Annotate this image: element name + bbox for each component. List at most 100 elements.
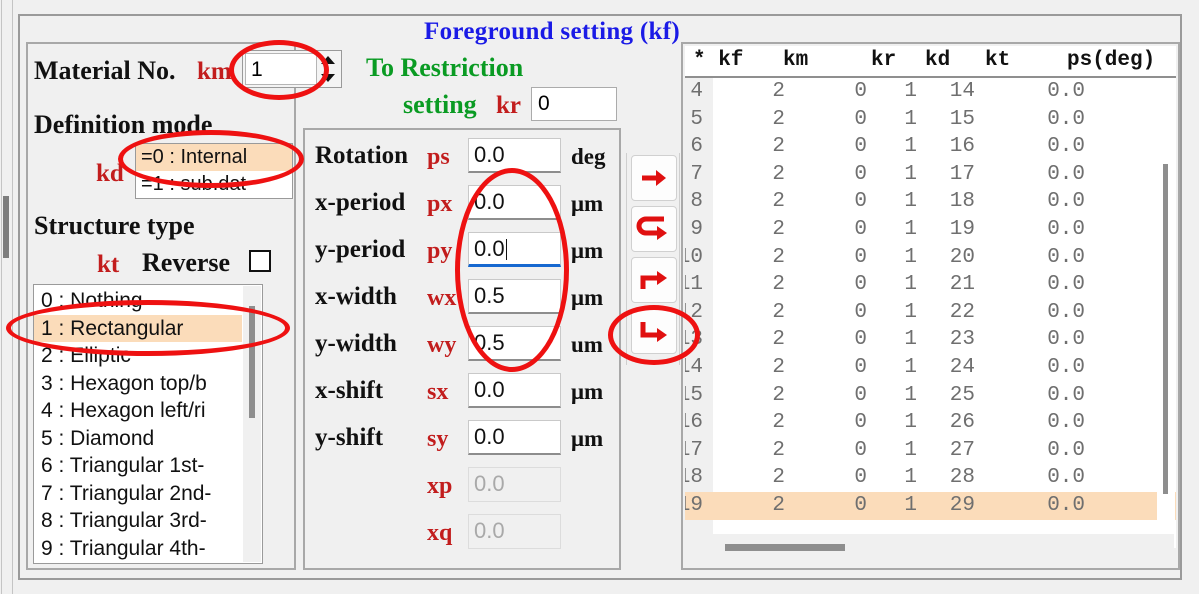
param-unit-wy: um bbox=[571, 332, 603, 357]
table-cell-kr: 0 bbox=[854, 466, 867, 490]
structure-type-option-0[interactable]: 0 : Nothing bbox=[34, 287, 242, 315]
table-column-header-0: * kf bbox=[693, 49, 744, 72]
param-input-sx[interactable]: 0.0 bbox=[468, 373, 561, 408]
table-cell-ps: 0.0 bbox=[1047, 273, 1085, 297]
table-cell-km: 2 bbox=[772, 217, 785, 241]
spinner-up-icon[interactable] bbox=[321, 56, 335, 64]
table-row[interactable]: 5 2 0 1 15 0.0 bbox=[685, 106, 1176, 134]
table-cell-ps: 0.0 bbox=[1047, 355, 1085, 379]
spinner-down-icon[interactable] bbox=[321, 74, 335, 82]
table-cell-kt: 24 bbox=[949, 355, 975, 379]
table-row[interactable]: 16 2 0 1 26 0.0 bbox=[685, 409, 1176, 437]
definition-mode-option-1[interactable]: =1 : sub.dat bbox=[136, 171, 292, 198]
param-label-wx: x-width bbox=[315, 283, 397, 310]
table-cell-kt: 28 bbox=[949, 466, 975, 490]
table-cell-kf: 14 bbox=[685, 355, 703, 379]
definition-mode-list[interactable]: =0 : Internal =1 : sub.dat bbox=[135, 143, 293, 199]
table-row[interactable]: 10201200.0 bbox=[685, 244, 1176, 272]
table-cell-km: 2 bbox=[772, 190, 785, 214]
table-vertical-scrollbar-thumb[interactable] bbox=[1163, 164, 1168, 494]
table-vertical-scrollbar[interactable] bbox=[1157, 80, 1175, 546]
table-cell-ps: 0.0 bbox=[1047, 300, 1085, 324]
table-row[interactable]: 14 2 0 1 24 0.0 bbox=[685, 354, 1176, 382]
arrow-step-up-right-button[interactable] bbox=[631, 257, 677, 303]
material-no-input[interactable]: 1 bbox=[245, 53, 317, 85]
left-scrollbar-thumb[interactable] bbox=[3, 196, 9, 258]
param-input-wx[interactable]: 0.5 bbox=[468, 279, 561, 314]
structure-type-option-7[interactable]: 7 : Triangular 2nd- bbox=[34, 480, 242, 508]
table-cell-kd: 1 bbox=[904, 217, 917, 241]
param-unit-wx: μm bbox=[571, 285, 604, 310]
table-row[interactable]: 13 2 0 1 23 0.0 bbox=[685, 326, 1176, 354]
table-cell-kt: 17 bbox=[949, 162, 975, 186]
definition-mode-option-0[interactable]: =0 : Internal bbox=[136, 144, 292, 171]
table-row[interactable]: 9 2 0 1 19 0.0 bbox=[685, 216, 1176, 244]
table-row[interactable]: 4 2 0 1 14 0.0 bbox=[685, 78, 1176, 106]
table-cell-kr: 0 bbox=[854, 355, 867, 379]
param-input-ps[interactable]: 0.0 bbox=[468, 138, 561, 173]
table-cell-kf: 7 bbox=[690, 162, 703, 186]
table-cell-kt: 26 bbox=[949, 411, 975, 435]
table-row[interactable]: 8 2 0 1 18 0.0 bbox=[685, 188, 1176, 216]
arrow-loop-back-icon bbox=[636, 216, 667, 240]
spinner-arrows[interactable] bbox=[318, 54, 338, 84]
table-column-header-3: kd bbox=[925, 49, 951, 72]
structure-type-option-6[interactable]: 6 : Triangular 1st- bbox=[34, 452, 242, 480]
table-row[interactable]: 19 2 0 1 29 0.0 bbox=[685, 491, 1176, 520]
table-horizontal-scrollbar-thumb[interactable] bbox=[725, 544, 845, 551]
material-no-symbol: km bbox=[197, 58, 232, 85]
arrow-loop-back-button[interactable] bbox=[631, 206, 677, 252]
arrow-right-button[interactable] bbox=[631, 155, 677, 201]
material-no-spinner[interactable]: 1 bbox=[242, 50, 342, 88]
table-row[interactable]: 11 2 0 1 21 0.0 bbox=[685, 271, 1176, 299]
structure-type-option-8[interactable]: 8 : Triangular 3rd- bbox=[34, 507, 242, 535]
structure-list-scrollbar-thumb[interactable] bbox=[249, 306, 255, 418]
arrow-step-down-right-button[interactable] bbox=[631, 308, 677, 354]
table-row[interactable]: 6 2 0 1 16 0.0 bbox=[685, 133, 1176, 161]
table-cell-kf: 16 bbox=[685, 411, 703, 435]
geometry-parameter-panel: Rotation ps 0.0 deg x-period px 0.0 μm y-period p… bbox=[303, 128, 621, 570]
table-cell-kr: 0 bbox=[854, 217, 867, 241]
structure-type-option-1[interactable]: 1 : Rectangular bbox=[34, 314, 242, 342]
table-row[interactable]: 12201220.0 bbox=[685, 299, 1176, 327]
text-cursor bbox=[505, 239, 507, 260]
table-cell-ps: 0.0 bbox=[1047, 493, 1085, 517]
param-input-px[interactable]: 0.0 bbox=[468, 185, 561, 220]
app-window: Foreground setting (kf) Material No. km … bbox=[0, 0, 1199, 594]
table-row[interactable]: 17 2 0 1 27 0.0 bbox=[685, 437, 1176, 465]
table-cell-kr: 0 bbox=[854, 107, 867, 131]
table-column-header-1: km bbox=[783, 49, 809, 72]
param-input-xp: 0.0 bbox=[468, 467, 561, 502]
reverse-checkbox[interactable] bbox=[249, 250, 271, 272]
structure-list-scrollbar[interactable] bbox=[243, 286, 261, 562]
table-cell-ps: 0.0 bbox=[1047, 466, 1085, 490]
structure-type-option-3[interactable]: 3 : Hexagon top/b bbox=[34, 370, 242, 398]
table-cell-km: 2 bbox=[772, 245, 785, 269]
table-row[interactable]: 15 2 0 1 25 0.0 bbox=[685, 382, 1176, 410]
table-column-header-2: kr bbox=[871, 49, 897, 72]
table-horizontal-scrollbar[interactable] bbox=[687, 534, 1174, 562]
param-symbol-wx: wx bbox=[427, 285, 457, 311]
param-symbol-sx: sx bbox=[427, 379, 449, 405]
structure-type-option-9[interactable]: 9 : Triangular 4th- bbox=[34, 535, 242, 563]
window-left-edge bbox=[0, 0, 16, 594]
arrow-step-up-right-icon bbox=[640, 271, 667, 289]
param-symbol-xq: xq bbox=[427, 520, 453, 546]
param-input-wy[interactable]: 0.5 bbox=[468, 326, 561, 361]
param-input-py[interactable]: 0.0 bbox=[468, 232, 561, 267]
table-column-header-5: ps(deg) bbox=[1067, 49, 1156, 72]
kr-input[interactable]: 0 bbox=[531, 87, 617, 121]
kf-table-panel: * kf km kr kd kt ps(deg) 4 2 0 1 14 0.0 5 2 0 1 15 0.0 6 2… bbox=[681, 42, 1180, 570]
structure-type-option-4[interactable]: 4 : Hexagon left/ri bbox=[34, 397, 242, 425]
table-cell-ps: 0.0 bbox=[1047, 328, 1085, 352]
table-body[interactable]: 4 2 0 1 14 0.0 5 2 0 1 15 0.0 6 2 0 1 16 0.0 7 2 0 1 17 0.0 8 2 0 1… bbox=[685, 78, 1176, 548]
structure-type-option-5[interactable]: 5 : Diamond bbox=[34, 425, 242, 453]
structure-type-option-2[interactable]: 2 : Elliptic bbox=[34, 342, 242, 370]
table-row[interactable]: 18 2 0 1 28 0.0 bbox=[685, 464, 1176, 492]
table-cell-kf: 9 bbox=[690, 217, 703, 241]
param-input-sy[interactable]: 0.0 bbox=[468, 420, 561, 455]
structure-type-list[interactable]: 0 : Nothing 1 : Rectangular 2 : Elliptic 3 … bbox=[33, 284, 263, 564]
table-row[interactable]: 7 2 0 1 17 0.0 bbox=[685, 161, 1176, 189]
table-cell-ps: 0.0 bbox=[1047, 162, 1085, 186]
table-cell-ps: 0.0 bbox=[1047, 135, 1085, 159]
